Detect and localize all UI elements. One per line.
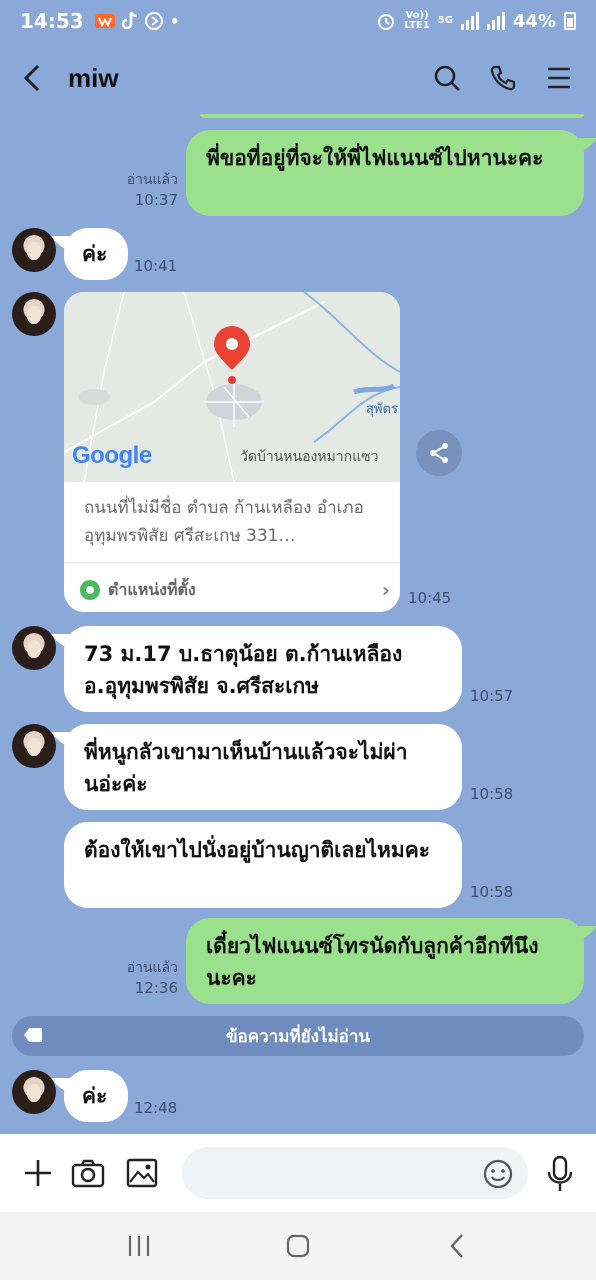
call-button[interactable] (488, 63, 518, 93)
recent-apps-icon (129, 1236, 150, 1256)
avatar[interactable] (12, 626, 56, 670)
location-footer-label: ตำแหน่งที่ตั้ง (108, 579, 196, 599)
back-button[interactable] (22, 58, 54, 98)
map-town-label: สุพัตร (366, 402, 398, 417)
location-pin-icon (80, 580, 100, 600)
emoji-icon (483, 1159, 513, 1189)
battery-percent: 44% (512, 10, 556, 32)
phone-icon (490, 65, 516, 91)
voice-button[interactable] (544, 1154, 576, 1194)
message-bubble-outgoing[interactable]: พี่ขอที่อยู่ที่จะให้พี่ไฟแนนซ์ไปหานะคะ (186, 130, 584, 216)
alarm-icon (378, 14, 395, 30)
divider (64, 562, 400, 563)
home-button[interactable] (278, 1226, 318, 1266)
map-preview[interactable]: สุพัตร วัดบ้านหนองหมากแซว Google (64, 292, 400, 483)
back-arrow-icon (23, 64, 40, 92)
message-meta: อ่านแล้ว 10:37 (126, 172, 178, 209)
location-card[interactable]: สุพัตร วัดบ้านหนองหมากแซว Google ถนนที่ไ… (64, 292, 400, 612)
more-dot-icon: • (169, 11, 180, 31)
chat-title: miw (68, 62, 119, 93)
camera-button[interactable] (70, 1155, 106, 1191)
status-time: 14:53 (20, 9, 84, 33)
previous-message-edge (200, 114, 584, 118)
share-icon (430, 443, 448, 463)
tag-icon (24, 1028, 42, 1042)
avatar[interactable] (12, 228, 56, 272)
back-chevron-icon (450, 1234, 463, 1258)
message-bubble-incoming[interactable]: ค่ะ (64, 228, 128, 280)
message-time: 12:48 (134, 1099, 178, 1117)
search-button[interactable] (432, 63, 462, 93)
search-icon (434, 65, 460, 91)
share-button[interactable] (416, 430, 462, 476)
media-icon (144, 12, 163, 30)
chevron-right-icon: › (381, 578, 390, 602)
message-input[interactable] (182, 1147, 528, 1199)
message-bubble-outgoing[interactable]: เดี๋ยวไฟแนนซ์โทรนัดกับลูกค้าอีกทีนึงนะคะ (186, 918, 584, 1004)
chat-header: miw (0, 42, 596, 114)
app-notification-icon (94, 14, 115, 28)
volte-indicator: Vo)) LTE1 (404, 10, 430, 31)
message-time: 10:58 (470, 883, 514, 901)
menu-icon (548, 67, 570, 89)
message-bubble-incoming[interactable]: ค่ะ (64, 1070, 128, 1122)
message-time: 10:45 (408, 589, 452, 607)
network-5g-indicator: 5G (437, 15, 453, 26)
battery-icon (564, 12, 576, 30)
tiktok-icon (121, 11, 137, 30)
location-address: ถนนที่ไม่มีชื่อ ตำบล ก้านเหลือง อำเภออุท… (84, 498, 364, 546)
add-button[interactable] (20, 1155, 56, 1191)
message-bubble-incoming[interactable]: 73 ม.17 บ.ธาตุน้อย ต.ก้านเหลือง อ.อุทุมพ… (64, 626, 462, 712)
google-logo: Google (72, 442, 152, 469)
message-meta: อ่านแล้ว 12:36 (126, 960, 178, 997)
gallery-button[interactable] (124, 1155, 160, 1191)
status-bar: 14:53 • Vo)) LTE1 5G 44% (0, 0, 596, 42)
message-bubble-incoming[interactable]: พี่หนูกลัวเขามาเห็นบ้านแล้วจะไม่ผ่านอ่ะค… (64, 724, 462, 810)
avatar[interactable] (12, 724, 56, 768)
chat-area[interactable]: อ่านแล้ว 10:37 พี่ขอที่อยู่ที่จะให้พี่ไฟ… (0, 114, 596, 1134)
map-temple-label: วัดบ้านหนองหมากแซว (240, 449, 379, 465)
system-navigation-bar (0, 1212, 596, 1280)
signal-2-icon (486, 12, 505, 30)
emoji-button[interactable] (482, 1158, 514, 1190)
avatar[interactable] (12, 292, 56, 336)
message-time: 10:58 (470, 785, 514, 803)
notification-icons: • (94, 11, 180, 31)
avatar[interactable] (12, 1070, 56, 1114)
camera-icon (71, 1159, 105, 1188)
menu-button[interactable] (544, 63, 574, 93)
image-icon (126, 1158, 158, 1188)
message-time: 10:41 (134, 257, 178, 275)
recent-apps-button[interactable] (119, 1226, 159, 1266)
unread-messages-banner[interactable]: ข้อความที่ยังไม่อ่าน (12, 1016, 584, 1056)
location-footer[interactable]: ตำแหน่งที่ตั้ง › (80, 576, 390, 604)
signal-icon (460, 12, 479, 30)
plus-icon (25, 1160, 51, 1186)
microphone-icon (547, 1155, 573, 1191)
home-icon (286, 1234, 310, 1258)
system-back-button[interactable] (437, 1226, 477, 1266)
message-bubble-incoming[interactable]: ต้องให้เขาไปนั่งอยู่บ้านญาติเลยไหมคะ (64, 822, 462, 908)
message-time: 10:57 (470, 687, 514, 705)
